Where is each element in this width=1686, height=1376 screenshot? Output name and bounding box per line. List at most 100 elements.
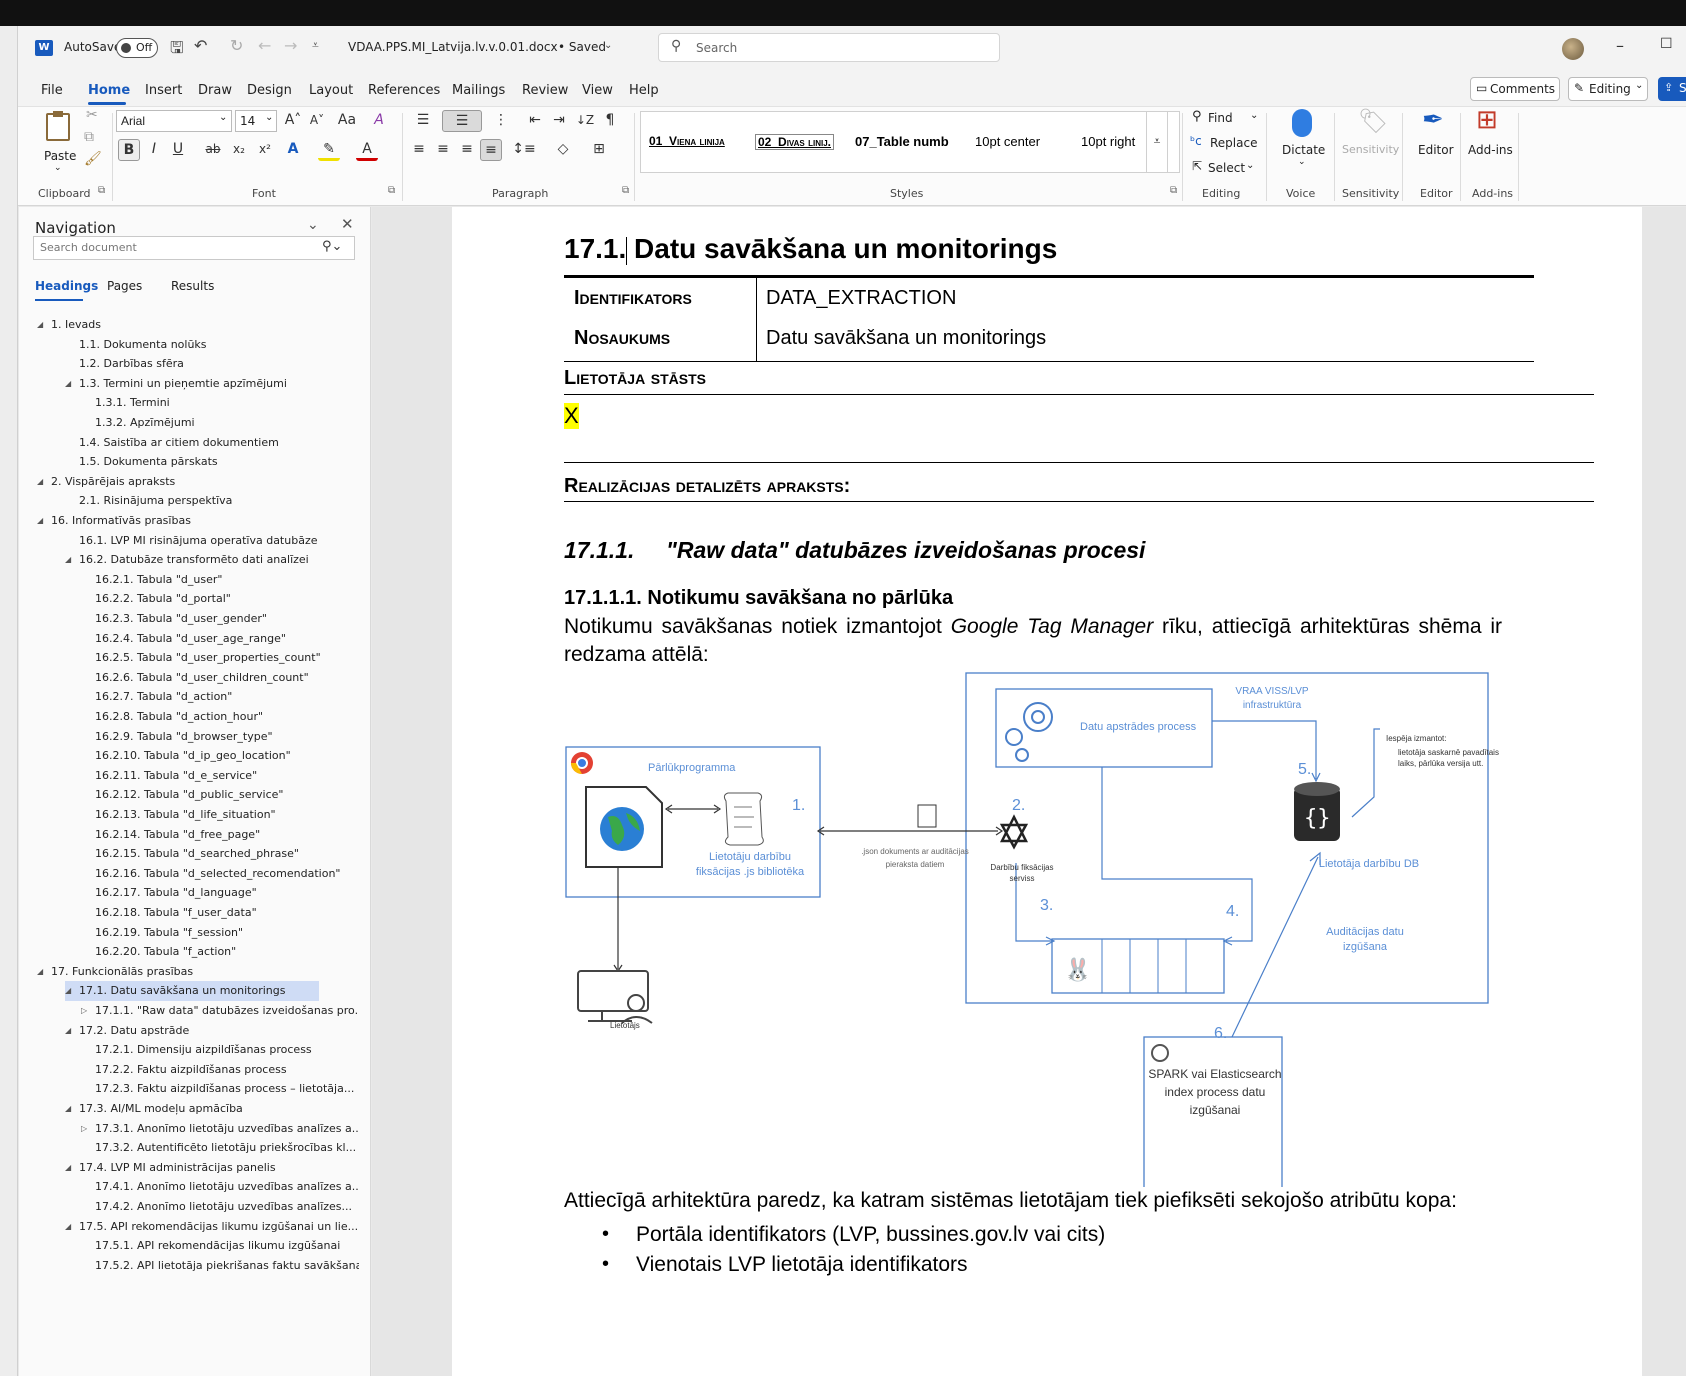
menu-design[interactable]: Design [247,83,292,98]
numbering-icon[interactable]: ☰ [442,110,482,132]
nav-heading-item[interactable]: 1.2. Darbības sfēra [65,354,319,374]
sort-icon[interactable]: ↓Z [574,110,596,132]
share-button[interactable]: ⇪ S [1658,77,1686,101]
bullets-icon[interactable]: ☰ [408,110,438,132]
superscript-button[interactable]: x² [254,139,276,161]
customize-toolbar-icon[interactable]: ⩡ [312,38,319,53]
shading-icon[interactable]: ◇ [548,139,578,161]
align-left-icon[interactable]: ≡ [408,139,430,161]
paragraph-launcher-icon[interactable]: ⧉ [622,185,629,196]
expanded-triangle-icon[interactable]: ◢ [65,1217,71,1237]
font-color-icon[interactable]: A [356,139,378,161]
nav-heading-item[interactable]: 16.2.20. Tabula "f_action" [81,942,319,962]
clipboard-launcher-icon[interactable]: ⧉ [98,185,105,196]
replace-button[interactable]: Replace [1210,136,1257,150]
line-spacing-icon[interactable]: ↕≡ [508,139,540,161]
menu-review[interactable]: Review [522,83,568,98]
nav-heading-item[interactable]: 17.4.1. Anonīmo lietotāju uzvedības anal… [81,1177,359,1197]
style-01-viena-linija[interactable]: 01_Viena linija [649,134,725,148]
nav-heading-item[interactable]: 16.2.9. Tabula "d_browser_type" [81,727,319,747]
format-painter-icon[interactable]: 🖌 [84,151,102,167]
nav-heading-item[interactable]: 16.2.13. Tabula "d_life_situation" [81,805,319,825]
autosave-toggle[interactable]: Off [116,38,158,58]
style-10pt-center[interactable]: 10pt center [975,134,1040,149]
nav-options-chevron-icon[interactable]: ⌄ [307,217,319,233]
shrink-font-button[interactable]: A˅ [306,110,328,132]
menu-references[interactable]: References [368,83,440,98]
decrease-indent-icon[interactable]: ⇤ [524,110,546,132]
nav-heading-item[interactable]: ◢ 17. Funkcionālās prasības [37,962,319,982]
menu-help[interactable]: Help [629,83,659,98]
increase-indent-icon[interactable]: ⇥ [548,110,570,132]
nav-heading-item[interactable]: ◢ 1.3. Termini un pieņemtie apzīmējumi [65,374,319,394]
replace-icon[interactable]: ᵇc [1190,134,1202,148]
nav-heading-item[interactable]: 16.2.14. Tabula "d_free_page" [81,825,319,845]
text-effects-icon[interactable]: A [282,139,304,161]
paste-button[interactable]: Paste ⌄ [38,111,78,177]
align-center-icon[interactable]: ≡ [432,139,454,161]
menu-insert[interactable]: Insert [145,83,182,98]
user-avatar[interactable] [1562,38,1584,60]
nav-heading-item[interactable]: 17.5.2. API lietotāja piekrišanas faktu … [81,1256,359,1276]
justify-icon[interactable]: ≡ [480,139,502,161]
nav-heading-item[interactable]: 1.3.1. Termini [81,393,319,413]
underline-button[interactable]: U [168,139,188,161]
section-heading[interactable]: 17.1. Datu savākšana un monitorings [564,233,1057,265]
select-icon[interactable]: ⇱ [1192,159,1202,173]
grow-font-button[interactable]: A˄ [282,110,304,132]
multilevel-list-icon[interactable]: ⋮ [486,110,516,132]
menu-layout[interactable]: Layout [309,83,353,98]
nav-heading-item[interactable]: ◢ 17.4. LVP MI administrācijas panelis [65,1158,319,1178]
collapsed-triangle-icon[interactable]: ▷ [81,1119,87,1139]
strikethrough-button[interactable]: ab [202,139,224,161]
dictate-button[interactable]: Dictate [1282,143,1325,157]
tab-results[interactable]: Results [171,279,214,293]
nav-heading-item[interactable]: 16.2.2. Tabula "d_portal" [81,589,319,609]
editor-icon[interactable]: ✒ [1422,105,1444,135]
nav-heading-item[interactable]: 16.2.7. Tabula "d_action" [81,687,319,707]
nav-close-icon[interactable]: ✕ [341,215,354,233]
collapsed-triangle-icon[interactable]: ▷ [81,1001,87,1021]
sensitivity-button[interactable]: Sensitivity [1342,143,1399,156]
nav-heading-item[interactable]: ◢ 2. Vispārējais apraksts [37,472,319,492]
show-marks-icon[interactable]: ¶ [600,110,620,132]
expanded-triangle-icon[interactable]: ◢ [65,550,71,570]
nav-heading-item[interactable]: 16.2.19. Tabula "f_session" [81,923,319,943]
nav-heading-item[interactable]: ▷ 17.3.1. Anonīmo lietotāju uzvedības ana… [81,1119,359,1139]
nav-heading-item[interactable]: ◢ 1. Ievads [37,315,319,335]
style-10pt-right[interactable]: 10pt right [1081,134,1135,149]
tab-pages[interactable]: Pages [107,279,142,293]
nav-heading-item[interactable]: 17.2.2. Faktu aizpildīšanas process [81,1060,319,1080]
expanded-triangle-icon[interactable]: ◢ [65,1021,71,1041]
change-case-button[interactable]: Aa [332,110,362,132]
document-filename[interactable]: VDAA.PPS.MI_Latvija.lv.v.0.01.docx [348,40,558,54]
comments-button[interactable]: ▭ Comments [1470,77,1560,101]
nav-heading-item[interactable]: ▷ 17.1.1. "Raw data" datubāzes izveidošan… [81,1001,359,1021]
microphone-icon[interactable] [1292,109,1312,137]
nav-heading-item[interactable]: 16.2.4. Tabula "d_user_age_range" [81,629,319,649]
expanded-triangle-icon[interactable]: ◢ [65,1158,71,1178]
back-icon[interactable]: ← [258,36,271,55]
nav-heading-item[interactable]: 17.3.2. Autentificēto lietotāju priekšro… [81,1138,356,1158]
font-launcher-icon[interactable]: ⧉ [388,185,395,196]
menu-home[interactable]: Home [88,83,130,98]
copy-icon[interactable]: ⧉ [84,129,94,145]
saved-status[interactable]: • Saved [558,40,606,54]
nav-search-input[interactable]: Search document ⚲⌄ [33,236,355,260]
maximize-button[interactable]: ☐ [1660,36,1673,52]
find-icon[interactable]: ⚲ [1192,109,1202,124]
nav-heading-item[interactable]: ◢ 17.5. API rekomendācijas likumu izgūšan… [65,1217,358,1237]
nav-heading-item[interactable]: 16.2.15. Tabula "d_searched_phrase" [81,844,319,864]
editing-mode-button[interactable]: ✎ Editing ⌄ [1568,77,1648,101]
nav-heading-item[interactable]: 1.5. Dokumenta pārskats [65,452,319,472]
nav-heading-item[interactable]: 16.2.3. Tabula "d_user_gender" [81,609,319,629]
nav-heading-item[interactable]: ◢ 16. Informatīvās prasības [37,511,319,531]
menu-draw[interactable]: Draw [198,83,232,98]
styles-more-button[interactable]: ⩡ [1146,111,1168,173]
expanded-triangle-icon[interactable]: ◢ [37,315,43,335]
nav-heading-item[interactable]: ◢ 17.3. AI/ML modeļu apmācība [65,1099,319,1119]
nav-heading-item[interactable]: 16.2.10. Tabula "d_ip_geo_location" [81,746,319,766]
nav-heading-item[interactable]: 16.2.6. Tabula "d_user_children_count" [81,668,319,688]
editor-button[interactable]: Editor [1418,143,1454,157]
expanded-triangle-icon[interactable]: ◢ [65,1099,71,1119]
